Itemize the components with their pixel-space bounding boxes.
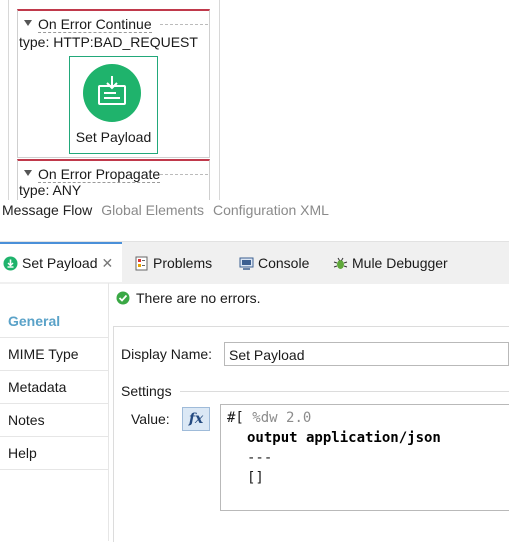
view-tab-bar: Set Payload ✕ Problems Console Mule Debu… [0, 241, 509, 284]
tab-set-payload[interactable]: Set Payload ✕ [0, 242, 122, 282]
editor-tabs: Message Flow Global Elements Configuration… [0, 202, 338, 224]
value-expression-editor[interactable]: #[ %dw 2.0 output application/json --- [… [220, 404, 509, 511]
nav-divider [108, 283, 109, 541]
nav-item-help[interactable]: Help [0, 437, 108, 470]
expression-mode-button[interactable]: fx [182, 407, 210, 431]
collapse-triangle-icon[interactable] [24, 20, 32, 27]
tab-set-payload-label: Set Payload [22, 255, 98, 271]
tab-problems-label: Problems [153, 255, 213, 271]
tab-mule-debugger[interactable]: Mule Debugger [333, 242, 448, 284]
tab-mule-debugger-label: Mule Debugger [352, 255, 448, 271]
header-divider [160, 24, 208, 25]
tab-configuration-xml[interactable]: Configuration XML [213, 202, 329, 218]
tab-message-flow[interactable]: Message Flow [2, 202, 92, 218]
collapse-triangle-icon[interactable] [24, 170, 32, 177]
tab-problems[interactable]: Problems [134, 242, 212, 284]
flow-canvas[interactable]: On Error Continue type: HTTP:BAD_REQUEST… [0, 0, 509, 200]
debugger-icon [333, 256, 348, 271]
set-payload-component[interactable]: Set Payload [69, 56, 158, 154]
value-label: Value: [131, 411, 170, 427]
set-payload-icon [83, 64, 141, 122]
settings-label: Settings [121, 383, 172, 399]
problems-icon [134, 256, 149, 271]
code-line-1-text: %dw 2.0 [252, 410, 312, 426]
on-error-continue-header[interactable]: On Error Continue [24, 15, 152, 34]
nav-item-general[interactable]: General [0, 305, 108, 338]
display-name-label: Display Name: [121, 346, 213, 362]
close-icon[interactable]: ✕ [102, 255, 114, 272]
tab-console-label: Console [258, 255, 310, 271]
code-line-3: --- [247, 450, 273, 466]
on-error-propagate-block[interactable]: On Error Propagate type: ANY [17, 159, 210, 200]
code-line-4: [] [247, 470, 264, 486]
status-text: There are no errors. [136, 290, 261, 306]
code-line-1: #[ %dw 2.0 [227, 410, 311, 426]
tab-console[interactable]: Console [239, 242, 309, 284]
nav-item-mime-type[interactable]: MIME Type [0, 338, 108, 371]
nav-item-notes[interactable]: Notes [0, 404, 108, 437]
set-payload-label: Set Payload [75, 129, 152, 145]
on-error-propagate-type: type: ANY [19, 182, 82, 198]
tab-global-elements[interactable]: Global Elements [101, 202, 204, 218]
on-error-propagate-title: On Error Propagate [38, 166, 161, 183]
on-error-continue-type: type: HTTP:BAD_REQUEST [19, 34, 198, 50]
on-error-continue-title: On Error Continue [38, 16, 152, 33]
check-icon [116, 291, 130, 305]
expression-prefix: #[ [227, 410, 244, 426]
properties-nav: General MIME Type Metadata Notes Help [0, 305, 108, 470]
nav-item-metadata[interactable]: Metadata [0, 371, 108, 404]
display-name-field[interactable]: Set Payload [224, 342, 509, 366]
settings-divider [180, 391, 509, 392]
header-divider [160, 174, 208, 175]
code-line-2: output application/json [247, 430, 441, 446]
set-payload-small-icon [3, 256, 18, 271]
validation-status: There are no errors. [116, 290, 261, 306]
console-icon [239, 256, 254, 271]
